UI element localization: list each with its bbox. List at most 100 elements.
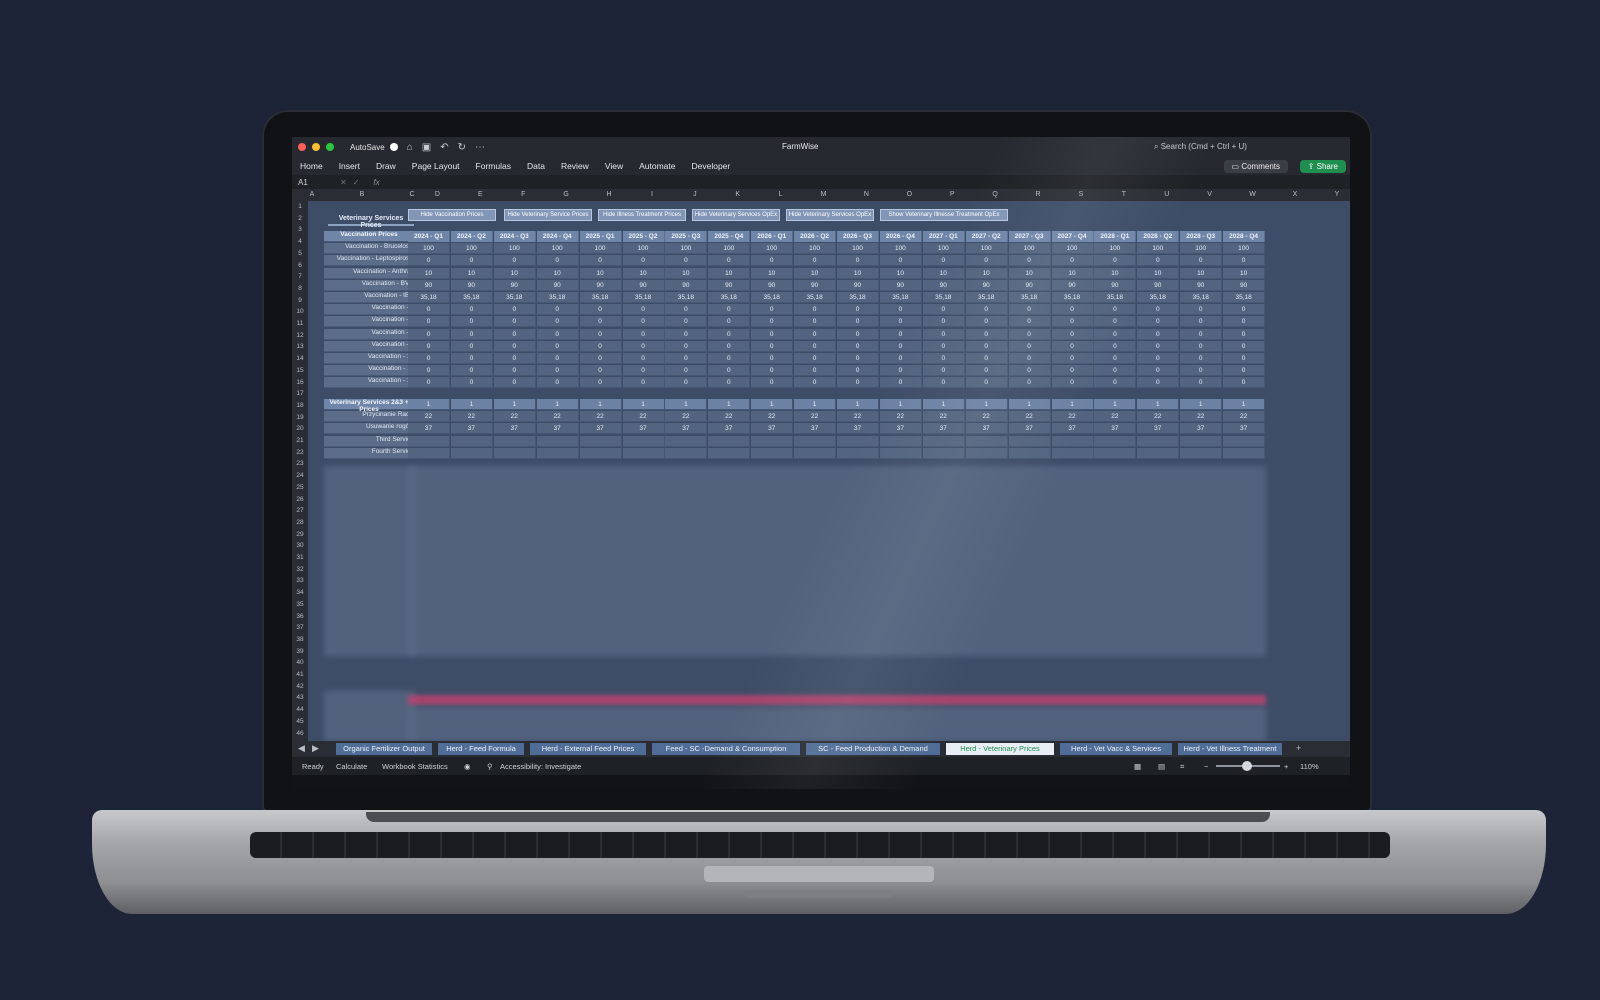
vaccination-price-cell[interactable]: 0 — [622, 304, 665, 316]
service-index-cell[interactable]: 1 — [879, 399, 922, 410]
service-price-cell[interactable] — [1051, 447, 1094, 459]
service-price-cell[interactable] — [1180, 447, 1223, 459]
vaccination-price-cell[interactable]: 0 — [450, 353, 493, 364]
service-price-cell[interactable]: 22 — [665, 411, 708, 423]
row-header[interactable]: 35 — [292, 601, 308, 608]
row-header[interactable]: 18 — [292, 402, 308, 409]
row-header[interactable]: 6 — [292, 262, 308, 269]
service-price-cell[interactable]: 22 — [1051, 411, 1094, 423]
quarter-header[interactable]: 2024 - Q2 — [450, 231, 493, 242]
vaccination-price-cell[interactable]: 0 — [408, 255, 450, 267]
column-header[interactable]: O — [888, 191, 931, 198]
vaccination-price-cell[interactable]: 0 — [450, 340, 493, 352]
service-index-cell[interactable]: 1 — [751, 399, 794, 410]
vaccination-price-cell[interactable]: 90 — [1051, 279, 1094, 291]
quarter-header[interactable]: 2025 - Q1 — [579, 231, 622, 242]
vaccination-price-cell[interactable]: 35,18 — [965, 292, 1008, 303]
row-header[interactable]: 38 — [292, 636, 308, 643]
vaccination-price-cell[interactable]: 0 — [536, 316, 579, 328]
vaccination-price-cell[interactable]: 0 — [708, 365, 751, 377]
service-price-cell[interactable]: 37 — [1008, 423, 1051, 435]
vaccination-price-cell[interactable]: 10 — [751, 267, 794, 279]
vaccination-price-cell[interactable]: 0 — [708, 255, 751, 267]
vaccination-price-cell[interactable]: 0 — [1094, 316, 1137, 328]
row-header[interactable]: 17 — [292, 390, 308, 397]
vaccination-price-cell[interactable]: 0 — [965, 255, 1008, 267]
vaccination-price-cell[interactable]: 0 — [794, 353, 837, 364]
vaccination-price-cell[interactable]: 0 — [665, 304, 708, 316]
service-price-cell[interactable] — [879, 447, 922, 459]
column-header[interactable]: P — [931, 191, 974, 198]
quarter-header[interactable]: 2028 - Q3 — [1180, 231, 1223, 242]
zoom-out-icon[interactable]: − — [1204, 762, 1208, 771]
vaccination-price-cell[interactable]: 35,18 — [708, 292, 751, 303]
vaccination-price-cell[interactable]: 90 — [622, 279, 665, 291]
vaccination-price-cell[interactable]: 0 — [837, 328, 879, 340]
vaccination-price-cell[interactable]: 90 — [879, 279, 922, 291]
vaccination-price-cell[interactable]: 0 — [1180, 365, 1223, 377]
vaccination-price-cell[interactable]: 0 — [1180, 377, 1223, 389]
column-header[interactable]: M — [802, 191, 845, 198]
vaccination-price-cell[interactable]: 10 — [579, 267, 622, 279]
column-header[interactable]: N — [845, 191, 888, 198]
maximize-window-button[interactable] — [326, 143, 334, 151]
quarter-header[interactable]: 2026 - Q1 — [751, 231, 794, 242]
service-price-cell[interactable] — [965, 447, 1008, 459]
vaccination-price-cell[interactable]: 0 — [1008, 316, 1051, 328]
vaccination-price-cell[interactable]: 0 — [1094, 377, 1137, 389]
vaccination-price-cell[interactable]: 0 — [879, 377, 922, 389]
share-button[interactable]: ⇪ Share — [1299, 160, 1346, 173]
sheet-tab-feed-sc-demand-consumption[interactable]: Feed - SC -Demand & Consumption — [652, 743, 800, 755]
vaccination-price-cell[interactable]: 0 — [536, 304, 579, 316]
vaccination-price-cell[interactable]: 0 — [922, 353, 965, 364]
vaccination-price-cell[interactable]: 10 — [536, 267, 579, 279]
vaccination-price-cell[interactable]: 0 — [622, 365, 665, 377]
vaccination-price-cell[interactable]: 0 — [1051, 304, 1094, 316]
service-price-cell[interactable]: 22 — [922, 411, 965, 423]
row-header[interactable]: 1 — [292, 203, 308, 210]
row-header[interactable]: 28 — [292, 519, 308, 526]
vaccination-price-cell[interactable]: 10 — [708, 267, 751, 279]
vaccination-price-cell[interactable]: 0 — [1137, 328, 1180, 340]
vaccination-price-cell[interactable]: 0 — [879, 255, 922, 267]
vaccination-price-cell[interactable]: 100 — [1137, 243, 1180, 255]
vaccination-price-cell[interactable]: 0 — [708, 353, 751, 364]
vaccination-price-cell[interactable]: 0 — [408, 365, 450, 377]
vaccination-price-cell[interactable]: 10 — [837, 267, 879, 279]
vaccination-price-cell[interactable]: 100 — [751, 243, 794, 255]
vaccination-price-cell[interactable]: 100 — [1008, 243, 1051, 255]
service-price-cell[interactable]: 22 — [1180, 411, 1223, 423]
service-price-cell[interactable] — [708, 447, 751, 459]
row-header[interactable]: 30 — [292, 542, 308, 549]
sheet-tab-sc-feed-production-demand[interactable]: SC - Feed Production & Demand — [806, 743, 940, 755]
row-header[interactable]: 26 — [292, 496, 308, 503]
vaccination-price-cell[interactable]: 0 — [1223, 353, 1266, 364]
row-header[interactable]: 23 — [292, 460, 308, 467]
vaccination-price-cell[interactable]: 35,18 — [922, 292, 965, 303]
vaccination-price-cell[interactable]: 0 — [1137, 304, 1180, 316]
vaccination-price-cell[interactable]: 0 — [1137, 365, 1180, 377]
vaccination-price-cell[interactable]: 35,18 — [837, 292, 879, 303]
service-price-cell[interactable]: 37 — [708, 423, 751, 435]
service-price-cell[interactable]: 37 — [1137, 423, 1180, 435]
search-box[interactable]: ⌕ Search (Cmd + Ctrl + U) — [1154, 142, 1247, 152]
service-price-cell[interactable]: 37 — [536, 423, 579, 435]
vaccination-price-cell[interactable]: 90 — [1137, 279, 1180, 291]
vaccination-price-cell[interactable]: 0 — [1051, 353, 1094, 364]
row-header[interactable]: 41 — [292, 671, 308, 678]
ribbon-tab-home[interactable]: Home — [300, 161, 323, 171]
row-header[interactable]: 9 — [292, 297, 308, 304]
vaccination-price-cell[interactable]: 0 — [493, 255, 536, 267]
vaccination-price-cell[interactable]: 100 — [965, 243, 1008, 255]
service-price-cell[interactable]: 22 — [493, 411, 536, 423]
vaccination-price-cell[interactable]: 0 — [665, 255, 708, 267]
vaccination-price-cell[interactable]: 0 — [837, 255, 879, 267]
close-window-button[interactable] — [298, 143, 306, 151]
column-header[interactable]: A — [308, 191, 316, 198]
vaccination-price-cell[interactable]: 0 — [922, 316, 965, 328]
vaccination-price-cell[interactable]: 0 — [965, 328, 1008, 340]
service-price-cell[interactable] — [579, 435, 622, 447]
service-index-cell[interactable]: 1 — [708, 399, 751, 410]
vaccination-price-cell[interactable]: 90 — [1008, 279, 1051, 291]
vaccination-price-cell[interactable]: 10 — [1051, 267, 1094, 279]
